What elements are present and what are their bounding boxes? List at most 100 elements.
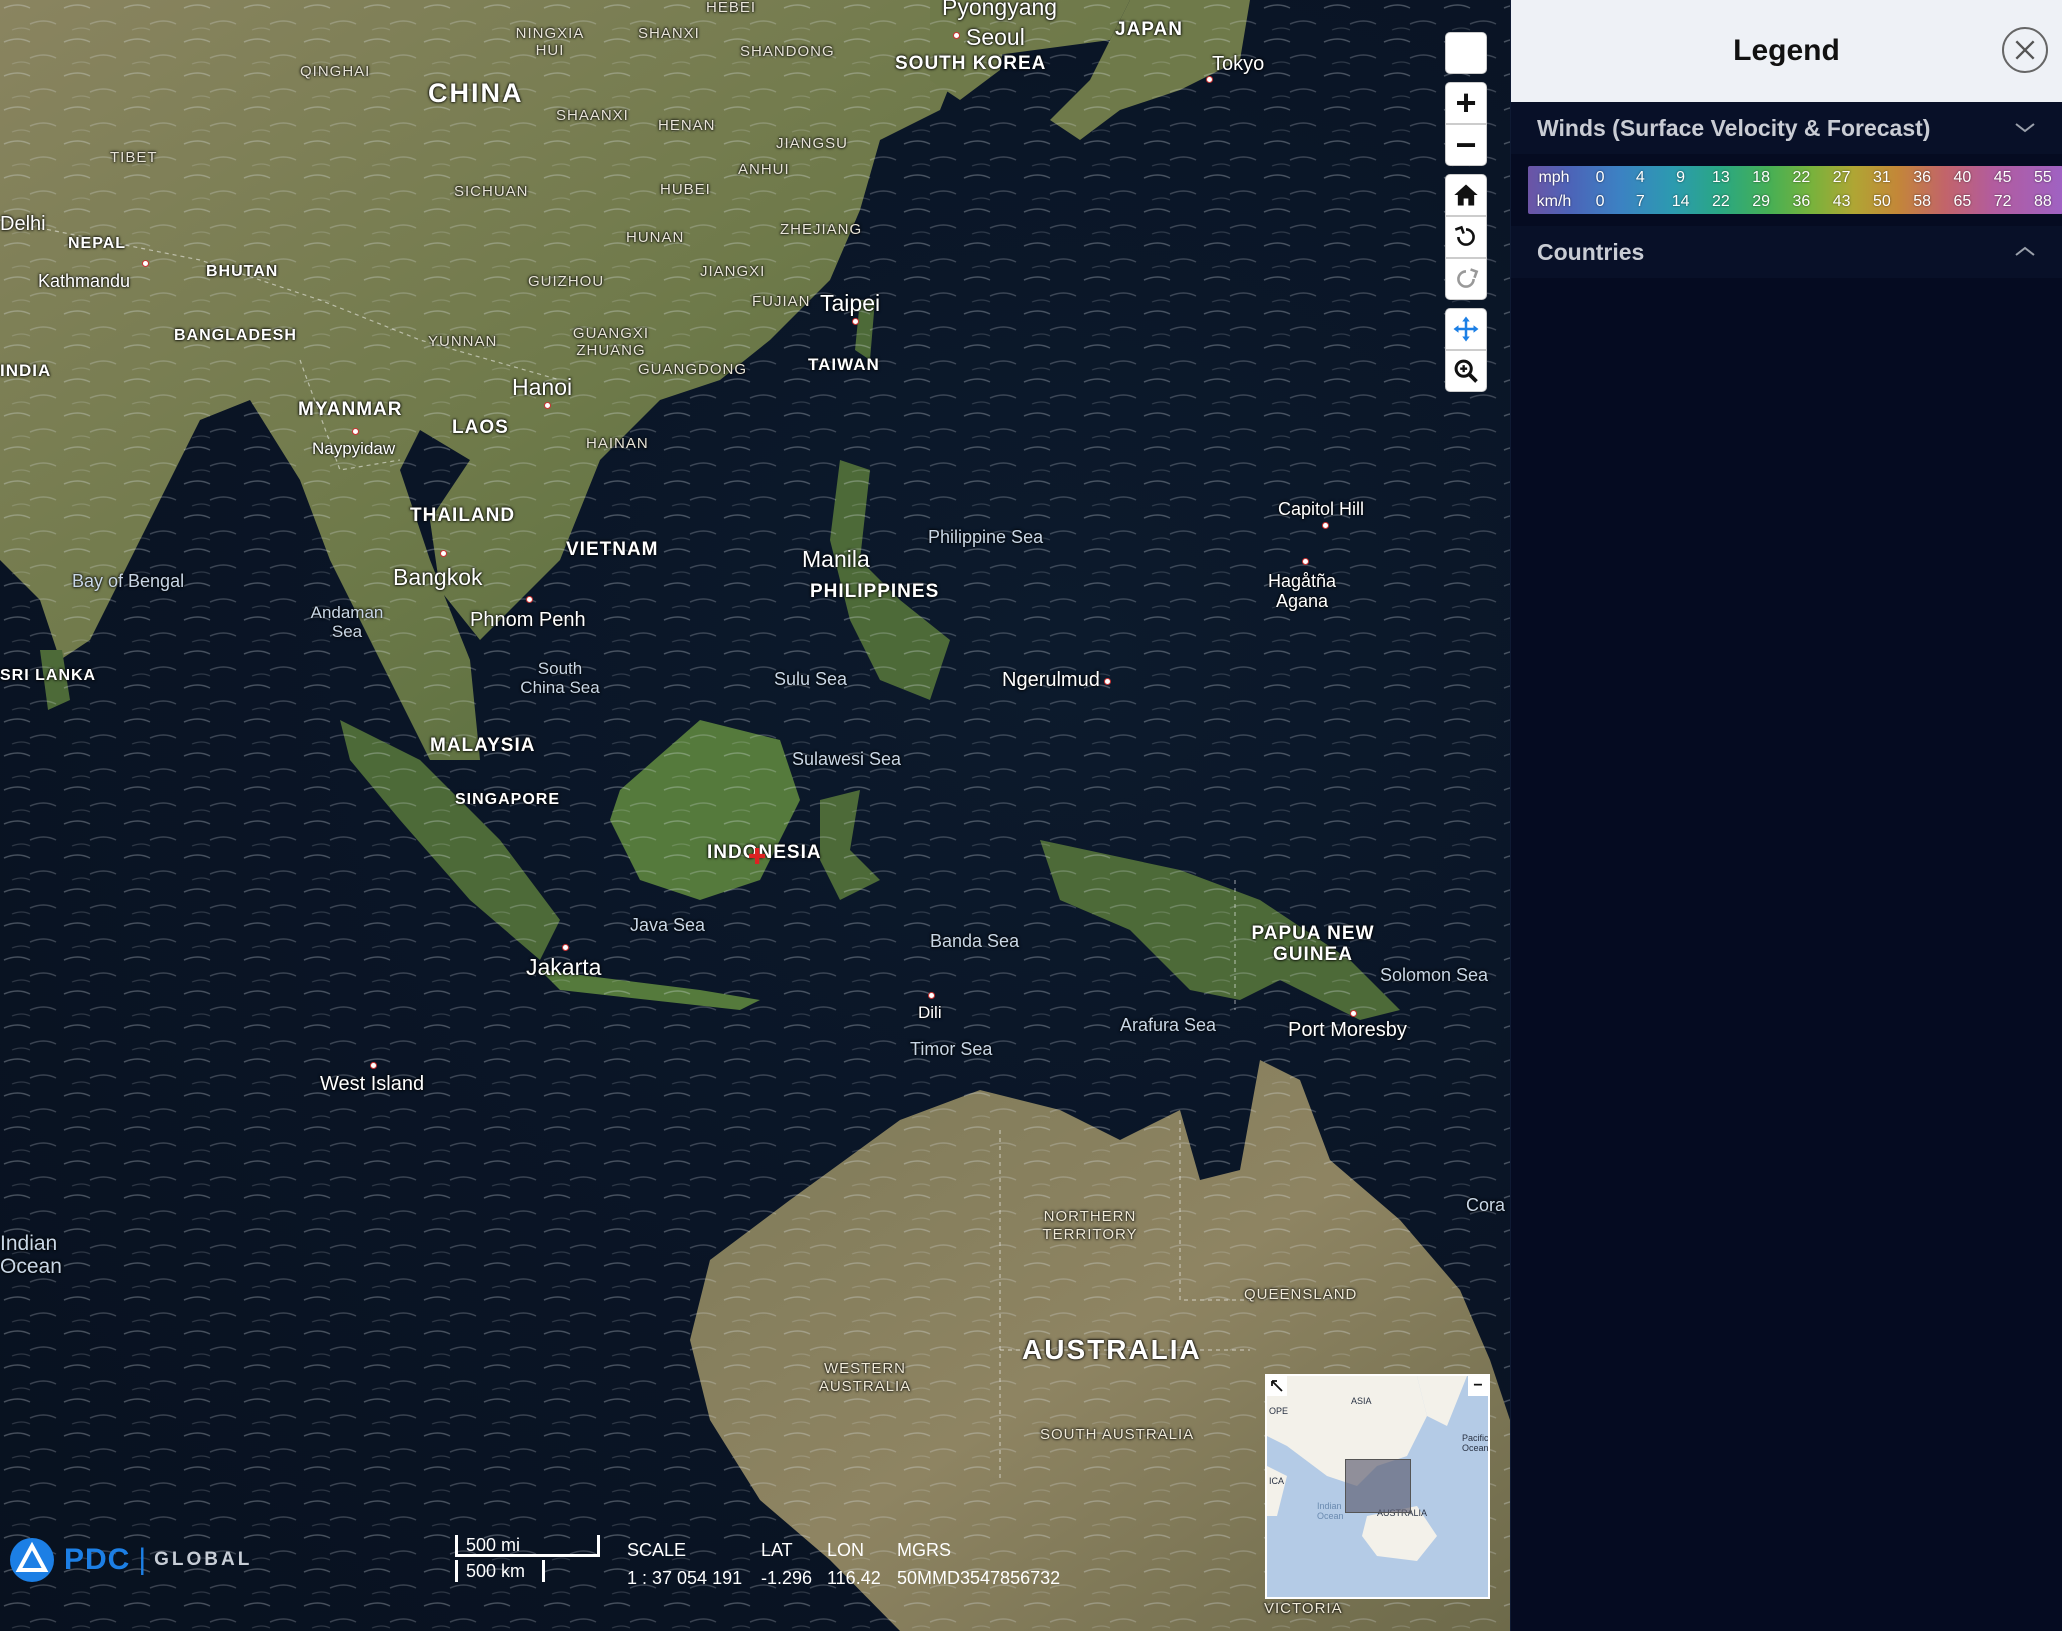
label-guangdong: GUANGDONG — [638, 361, 748, 378]
city-marker — [544, 402, 551, 409]
label-coral-sea: Cora — [1466, 1195, 1506, 1215]
label-solomon-sea: Solomon Sea — [1380, 965, 1489, 985]
cursor-crosshair-icon: ✚ — [748, 844, 767, 869]
city-marker — [852, 318, 859, 325]
label-hainan: HAINAN — [586, 435, 649, 452]
label-henan: HENAN — [658, 117, 716, 134]
label-java-sea: Java Sea — [630, 915, 706, 935]
label-tokyo: Tokyo — [1212, 53, 1265, 75]
wind-scale-unit-kmh: km/h — [1536, 193, 1572, 210]
legend-section-countries[interactable]: Countries — [1511, 226, 2062, 278]
overview-extent-box[interactable] — [1345, 1459, 1411, 1513]
label-naypyidaw: Naypyidaw — [312, 439, 396, 458]
rotate-right-button[interactable] — [1445, 258, 1487, 300]
city-marker — [142, 260, 149, 267]
label-laos: LAOS — [452, 417, 509, 438]
label-andaman-sea: Andaman Sea — [310, 603, 384, 641]
scale-bar: 500 mi 500 km — [455, 1535, 600, 1585]
overview-label-asia: ASIA — [1351, 1396, 1372, 1406]
label-hagatna: Hagåtña Agana — [1267, 571, 1337, 611]
label-australia: AUSTRALIA — [1022, 1334, 1202, 1365]
wind-scale-value: 0 — [1595, 169, 1605, 186]
city-marker — [1206, 76, 1213, 83]
label-timor-sea: Timor Sea — [910, 1039, 993, 1059]
pan-button[interactable] — [1445, 308, 1487, 350]
city-marker — [440, 550, 447, 557]
legend-panel: Legend Winds (Surface Velocity & Forecas… — [1510, 0, 2062, 1631]
wind-scale-value: 13 — [1711, 169, 1730, 186]
wind-scale-value: 45 — [1993, 169, 2012, 186]
label-indian-ocean: Indian Ocean — [0, 1232, 62, 1279]
label-singapore: SINGAPORE — [455, 791, 561, 808]
readout-mgrs-value: 50MMD3547856732 — [897, 1567, 1061, 1588]
label-hanoi: Hanoi — [512, 374, 573, 400]
magnify-plus-icon — [1454, 359, 1478, 383]
label-victoria: VICTORIA — [1264, 1600, 1343, 1617]
pdc-brand-text: PDC — [64, 1543, 131, 1576]
label-zhejiang: ZHEJIANG — [780, 221, 863, 238]
wind-scale-value: 29 — [1752, 193, 1771, 210]
label-shaanxi: SHAANXI — [556, 107, 629, 124]
label-kathmandu: Kathmandu — [38, 271, 131, 291]
wind-scale-unit-mph: mph — [1538, 169, 1570, 186]
legend-section-title: Winds (Surface Velocity & Forecast) — [1537, 114, 1931, 141]
label-sri-lanka: SRI LANKA — [0, 667, 97, 684]
overview-label-africa: ICA — [1269, 1476, 1285, 1486]
map-view[interactable]: CHINA JAPAN SOUTH KOREA NEPAL BHUTAN BAN… — [0, 0, 1510, 1631]
label-dili: Dili — [918, 1003, 942, 1022]
city-marker — [1302, 558, 1309, 565]
label-delhi: Delhi — [0, 213, 46, 235]
overview-collapse-button[interactable]: − — [1468, 1376, 1488, 1396]
legend-section-winds[interactable]: Winds (Surface Velocity & Forecast) — [1511, 102, 2062, 154]
city-marker — [352, 428, 359, 435]
city-marker — [953, 32, 960, 39]
legend-section-title: Countries — [1537, 238, 1645, 265]
overview-label-indian: Indian Ocean — [1317, 1501, 1344, 1521]
overview-expand-button[interactable] — [1267, 1376, 1287, 1396]
label-fujian: FUJIAN — [752, 293, 811, 310]
rotate-left-button[interactable] — [1445, 216, 1487, 258]
wind-scale-value: 31 — [1872, 169, 1891, 186]
label-nepal: NEPAL — [68, 235, 127, 252]
legend-close-button[interactable] — [2002, 27, 2048, 73]
label-myanmar: MYANMAR — [298, 399, 403, 420]
fullscreen-button[interactable] — [1445, 32, 1487, 74]
home-button[interactable] — [1445, 174, 1487, 216]
label-japan: JAPAN — [1115, 19, 1183, 40]
overview-label-pacific: Pacific Ocean — [1462, 1433, 1489, 1453]
app-root: CHINA JAPAN SOUTH KOREA NEPAL BHUTAN BAN… — [0, 0, 2062, 1631]
readout-scale-value: 1 : 37 054 191 — [627, 1567, 743, 1588]
label-india: INDIA — [0, 361, 52, 380]
scale-bar-metric: 500 km — [455, 1560, 545, 1582]
readout-header-lon: LON — [827, 1539, 865, 1560]
label-banda-sea: Banda Sea — [930, 931, 1020, 951]
overview-map[interactable]: ASIA Pacific Ocean Indian Ocean AUSTRALI… — [1265, 1374, 1490, 1599]
zoom-box-button[interactable] — [1445, 350, 1487, 392]
pdc-logo: PDC | GLOBAL — [8, 1536, 252, 1584]
label-china: CHINA — [428, 78, 524, 108]
label-taiwan: TAIWAN — [808, 355, 880, 374]
wind-scale-value: 36 — [1792, 193, 1811, 210]
close-icon — [2015, 40, 2035, 60]
wind-scale-value: 9 — [1676, 169, 1686, 186]
label-bangladesh: BANGLADESH — [174, 327, 297, 344]
wind-scale-value: 22 — [1792, 169, 1811, 186]
label-west-island: West Island — [320, 1073, 425, 1095]
plus-icon: + — [1455, 82, 1477, 123]
wind-scale-value: 7 — [1635, 193, 1645, 210]
city-marker — [526, 596, 533, 603]
label-sulu-sea: Sulu Sea — [774, 669, 848, 689]
zoom-in-button[interactable]: + — [1445, 82, 1487, 124]
pdc-global-text: GLOBAL — [154, 1549, 253, 1570]
label-jiangxi: JIANGXI — [700, 263, 766, 280]
readout-lat-value: -1.296 — [761, 1567, 813, 1588]
pan-move-icon — [1453, 316, 1479, 342]
readout-header-lat: LAT — [761, 1539, 793, 1560]
wind-scale-value: 36 — [1913, 169, 1932, 186]
label-south-china-sea: South China Sea — [520, 659, 600, 697]
readout-lon-value: 116.42 — [827, 1567, 881, 1588]
label-guizhou: GUIZHOU — [528, 273, 605, 290]
arrow-diagonal-icon — [1271, 1380, 1283, 1392]
label-sichuan: SICHUAN — [454, 183, 529, 200]
zoom-out-button[interactable]: − — [1445, 124, 1487, 166]
